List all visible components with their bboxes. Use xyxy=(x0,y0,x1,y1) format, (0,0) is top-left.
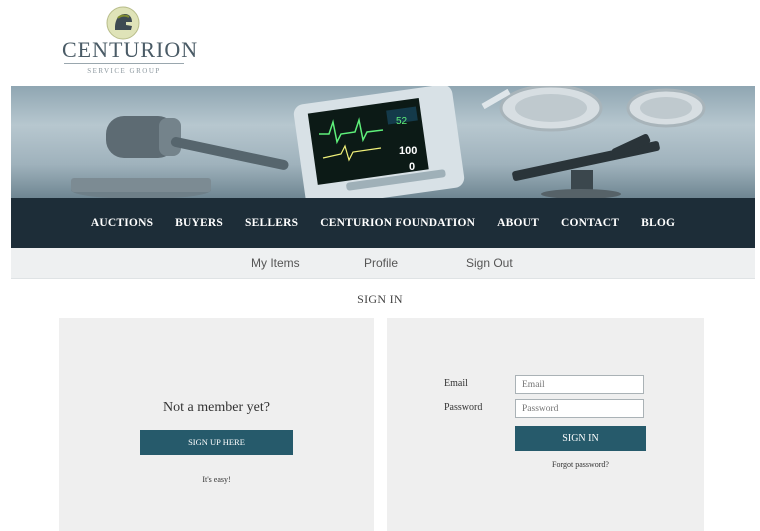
signin-panel: Email Password SIGN IN Forgot password? xyxy=(387,318,704,531)
nav-sellers[interactable]: SELLERS xyxy=(245,217,298,229)
nav-blog[interactable]: BLOG xyxy=(641,217,675,229)
logo-wordmark: CENTURION xyxy=(62,37,199,62)
signup-panel: Not a member yet? SIGN UP HERE It's easy… xyxy=(59,318,374,531)
logo[interactable]: CENTURION SERVICE GROUP xyxy=(62,6,199,76)
nav-centurion-foundation[interactable]: CENTURION FOUNDATION xyxy=(320,217,475,229)
banner-illustration: 52 100 0 xyxy=(71,86,706,198)
signup-prompt: Not a member yet? xyxy=(163,400,270,415)
signup-note: It's easy! xyxy=(202,475,231,484)
surgical-light-icon xyxy=(481,86,706,132)
signup-button[interactable]: SIGN UP HERE xyxy=(140,430,293,455)
email-label: Email xyxy=(444,378,468,389)
operating-table-icon xyxy=(512,134,660,198)
monitor-readout-100: 100 xyxy=(399,145,417,157)
nav-buyers[interactable]: BUYERS xyxy=(175,217,223,229)
monitor-readout-52: 52 xyxy=(396,116,408,127)
signin-button[interactable]: SIGN IN xyxy=(515,426,646,451)
gavel-icon xyxy=(71,116,289,198)
account-subnav: My Items Profile Sign Out xyxy=(11,248,755,279)
subnav-my-items[interactable]: My Items xyxy=(251,256,300,270)
nav-contact[interactable]: CONTACT xyxy=(561,217,619,229)
patient-monitor-icon: 52 100 0 xyxy=(293,86,465,198)
logo-subtitle: SERVICE GROUP xyxy=(87,67,161,75)
hero-banner: 52 100 0 xyxy=(11,86,755,198)
subnav-profile[interactable]: Profile xyxy=(364,256,398,270)
password-label: Password xyxy=(444,402,483,413)
subnav-sign-out[interactable]: Sign Out xyxy=(466,256,513,270)
forgot-password-link[interactable]: Forgot password? xyxy=(515,460,646,469)
email-field[interactable] xyxy=(515,375,644,394)
main-nav: AUCTIONS BUYERS SELLERS CENTURION FOUNDA… xyxy=(11,198,755,248)
monitor-readout-0: 0 xyxy=(409,161,415,173)
logo-divider xyxy=(64,63,184,64)
nav-auctions[interactable]: AUCTIONS xyxy=(91,217,153,229)
nav-about[interactable]: ABOUT xyxy=(497,217,539,229)
helmet-emblem-icon xyxy=(106,6,140,40)
password-field[interactable] xyxy=(515,399,644,418)
page-title: SIGN IN xyxy=(357,292,403,306)
